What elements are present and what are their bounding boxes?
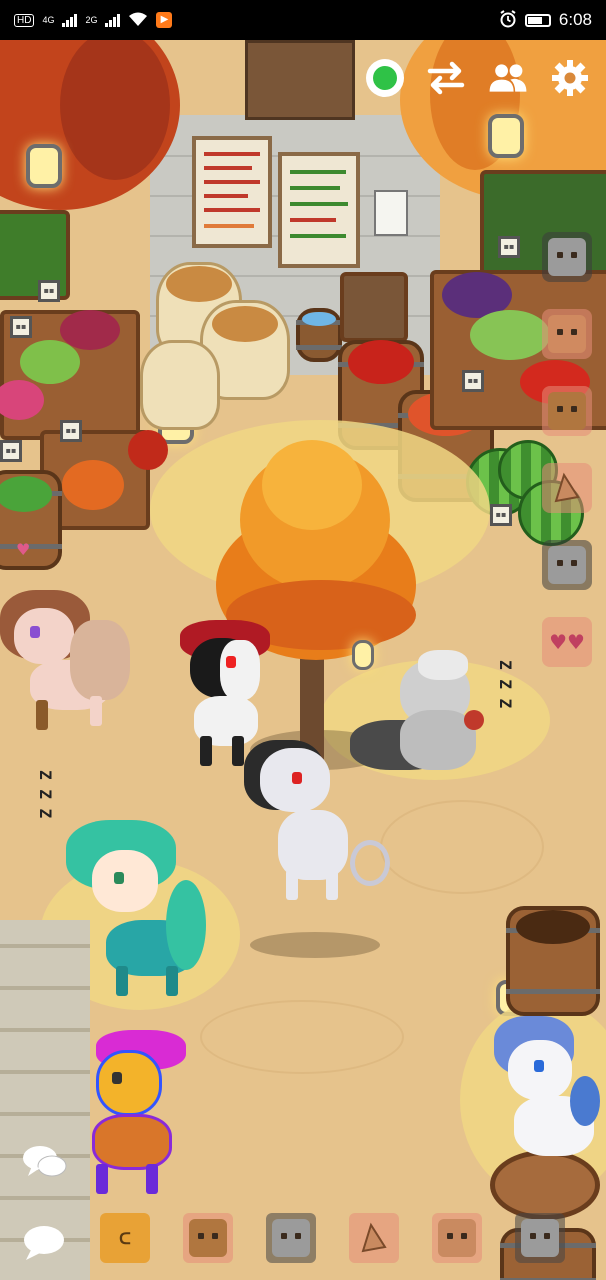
- emote-sit-icon[interactable]: [542, 540, 592, 590]
- clock-time: 6:08: [558, 10, 592, 29]
- price-sign: ▪▪: [462, 370, 484, 392]
- emote-grey-face-icon[interactable]: [515, 1213, 565, 1263]
- swap-icon[interactable]: [426, 58, 466, 98]
- price-sign: ▪▪: [0, 440, 22, 462]
- friends-icon[interactable]: [488, 58, 528, 98]
- lettuce: [20, 340, 80, 384]
- empty-sack: [140, 340, 220, 430]
- player-pony-brown-hair[interactable]: [0, 580, 150, 730]
- emote-boop-icon[interactable]: [542, 232, 592, 282]
- price-sign: ▪▪: [498, 236, 520, 258]
- wifi-icon: [128, 11, 148, 30]
- player-pony-teal-hair[interactable]: [56, 820, 206, 1000]
- media-app-icon: ▶: [156, 12, 173, 28]
- wooden-crate: [340, 272, 408, 342]
- alarm-icon: [499, 9, 517, 31]
- menu-board-left: [192, 136, 272, 248]
- ground-swirl: [200, 1000, 404, 1074]
- barrel-opening: [516, 910, 590, 944]
- emote-grin-icon[interactable]: [183, 1213, 233, 1263]
- system-status-bar: HD 4G 2G ▶ 6:08: [0, 0, 606, 40]
- game-viewport[interactable]: ▪▪ ▪▪ ▪▪ ▪▪ ▪▪ ▪▪ ▪▪ Z Z Z Z Z Z ♥: [0, 40, 606, 1280]
- price-sign: ▪▪: [60, 420, 82, 442]
- emote-sleep-icon[interactable]: ᑕ: [100, 1213, 150, 1263]
- signal-1-icon: [62, 13, 78, 27]
- top-hud: [366, 58, 590, 98]
- heart-particle: ♥: [16, 540, 31, 559]
- cabbages: [470, 310, 550, 360]
- emote-lie-down-icon[interactable]: [266, 1213, 316, 1263]
- chili-peppers: [128, 430, 168, 470]
- ground-swirl: [380, 800, 544, 894]
- price-sign: ▪▪: [490, 504, 512, 526]
- emote-ear-icon[interactable]: [349, 1213, 399, 1263]
- emote-smile-face-icon[interactable]: [542, 386, 592, 436]
- status-bar-left: HD 4G 2G ▶: [14, 11, 173, 30]
- lantern: [488, 114, 524, 158]
- apples: [348, 340, 414, 384]
- price-sign: ▪▪: [10, 316, 32, 338]
- emote-heart-icon[interactable]: ♥♥: [542, 617, 592, 667]
- water: [302, 312, 336, 326]
- player-pony-blue-mane[interactable]: [484, 1016, 604, 1166]
- shop-door[interactable]: [245, 40, 355, 120]
- emote-sidebar: ♥♥: [542, 232, 592, 667]
- chat-log-button[interactable]: [20, 1142, 68, 1182]
- lantern: [26, 144, 62, 188]
- status-bar-right: 6:08: [499, 9, 592, 31]
- emote-ear-icon[interactable]: [542, 463, 592, 513]
- settings-icon[interactable]: [550, 58, 590, 98]
- hd-badge: HD: [14, 13, 35, 27]
- pony-shadow: [250, 932, 380, 958]
- emote-sleepy-face-icon[interactable]: [432, 1213, 482, 1263]
- emote-bottom-bar: ᑕ: [100, 1213, 565, 1263]
- battery-icon: [524, 13, 551, 27]
- signal-1-label: 4G: [42, 15, 55, 25]
- signal-2-icon: [105, 13, 121, 27]
- menu-board-right: [278, 152, 360, 268]
- potatoes: [166, 266, 232, 302]
- carrots: [62, 460, 124, 510]
- tree-foliage: [262, 440, 362, 530]
- potatoes: [212, 306, 278, 342]
- notice-paper: [374, 190, 408, 236]
- player-pony-rainbow[interactable]: [66, 1030, 196, 1200]
- signal-2-label: 2G: [85, 15, 98, 25]
- player-pony-white-floating[interactable]: [240, 720, 400, 900]
- online-status-icon[interactable]: [366, 59, 404, 97]
- emote-blush-icon[interactable]: [542, 309, 592, 359]
- chat-input-button[interactable]: [20, 1222, 68, 1262]
- sleep-zzz-right: Z Z Z: [496, 660, 515, 709]
- sleep-zzz-left: Z Z Z: [36, 770, 55, 819]
- price-sign: ▪▪: [38, 280, 60, 302]
